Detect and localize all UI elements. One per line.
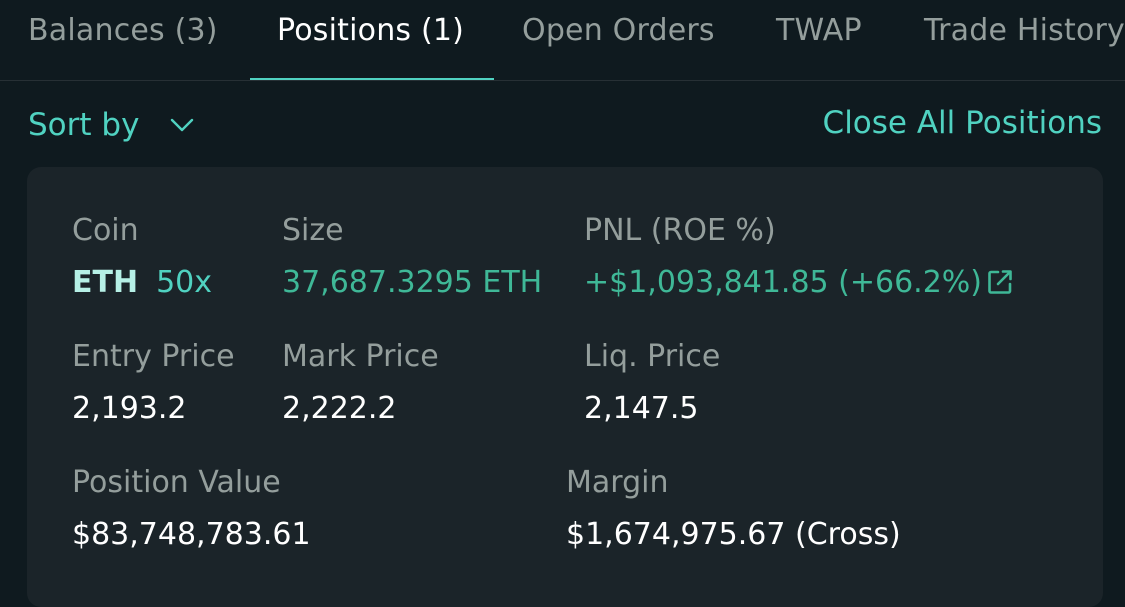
chevron-down-icon [171, 118, 194, 132]
liq-price-value: 2,147.5 [584, 391, 699, 426]
close-all-positions-button[interactable]: Close All Positions [823, 105, 1102, 141]
tab-trade-history[interactable]: Trade History [924, 13, 1125, 53]
coin-symbol: ETH [72, 265, 139, 300]
mark-price-label: Mark Price [282, 339, 439, 374]
pnl-label: PNL (ROE %) [584, 213, 776, 248]
active-tab-indicator [250, 78, 494, 80]
size-value: 37,687.3295 ETH [282, 265, 543, 300]
sort-by-label: Sort by [28, 107, 140, 143]
entry-price-label: Entry Price [72, 339, 235, 374]
liq-price-label: Liq. Price [584, 339, 721, 374]
tab-positions[interactable]: Positions (1) [277, 13, 464, 53]
entry-price-value: 2,193.2 [72, 391, 187, 426]
margin-label: Margin [566, 465, 669, 500]
coin-label: Coin [72, 213, 139, 248]
external-link-icon[interactable] [985, 267, 1015, 297]
position-value-label: Position Value [72, 465, 281, 500]
coin-value[interactable]: ETH 50x [72, 265, 212, 300]
tab-twap[interactable]: TWAP [776, 13, 862, 53]
size-label: Size [282, 213, 344, 248]
mark-price-value: 2,222.2 [282, 391, 397, 426]
pnl-value: +$1,093,841.85 (+66.2%) [584, 265, 982, 300]
leverage-badge: 50x [156, 265, 213, 300]
margin-value: $1,674,975.67 (Cross) [566, 517, 901, 552]
tab-balances[interactable]: Balances (3) [28, 13, 218, 53]
tab-open-orders[interactable]: Open Orders [522, 13, 715, 53]
tab-bar: Balances (3) Positions (1) Open Orders T… [0, 0, 1125, 81]
sort-by-dropdown[interactable]: Sort by [28, 105, 195, 145]
position-value-value: $83,748,783.61 [72, 517, 311, 552]
